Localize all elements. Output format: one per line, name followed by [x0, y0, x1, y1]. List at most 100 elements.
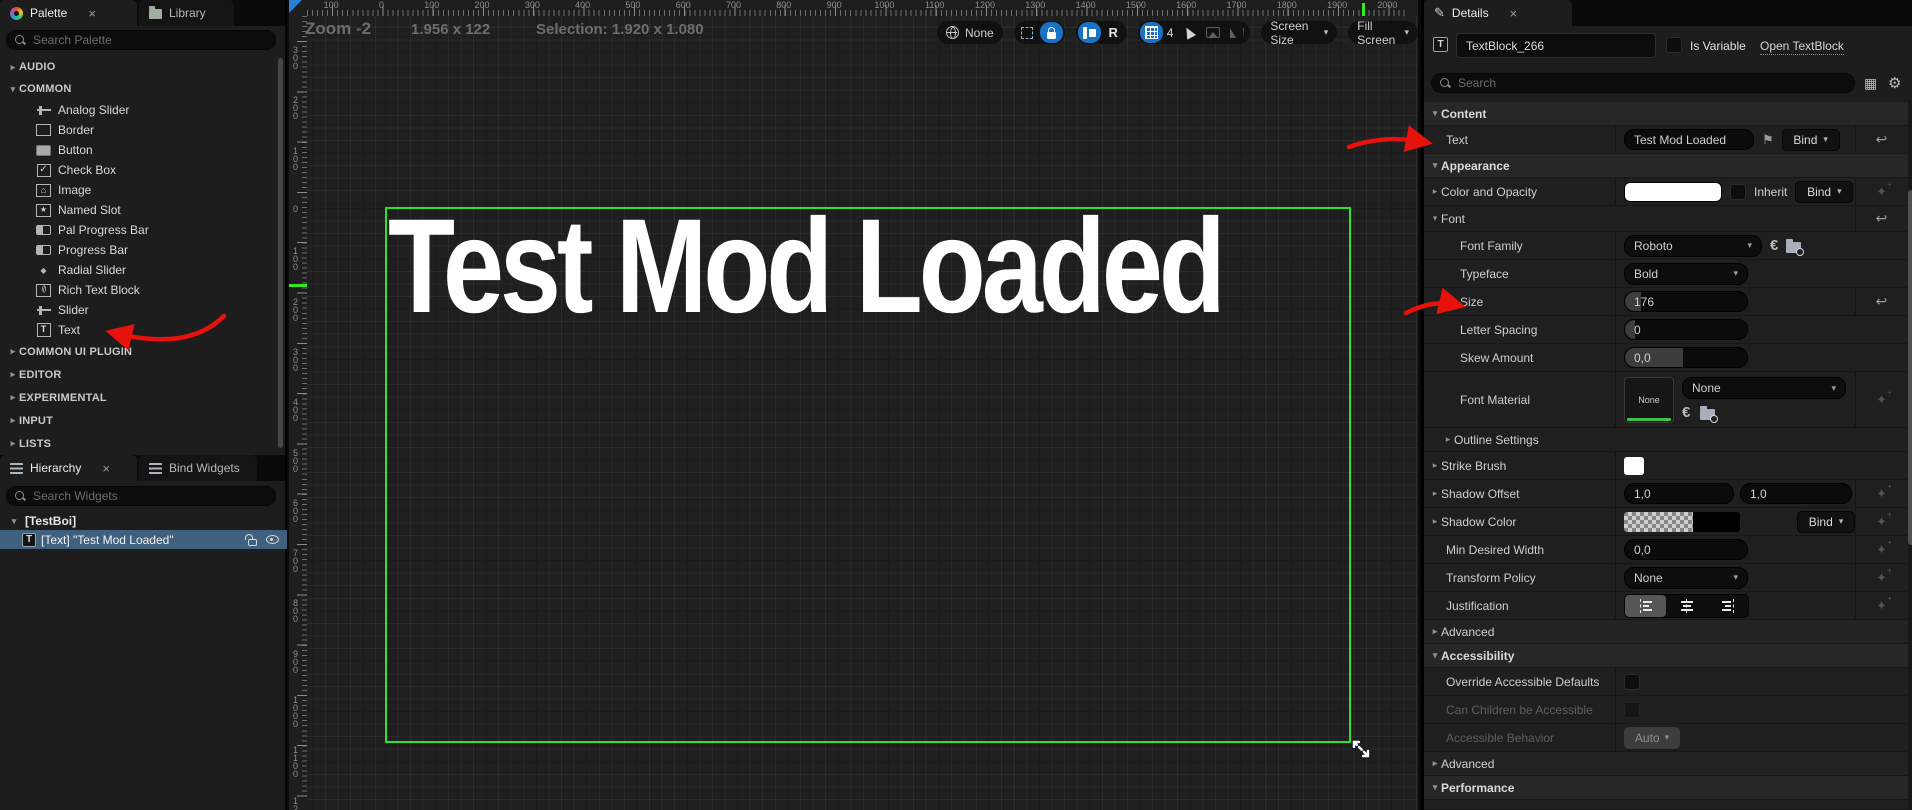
text-value-field[interactable]: [1624, 129, 1754, 150]
text-value-input[interactable]: [1634, 132, 1744, 147]
shadow-offset-y-input[interactable]: [1750, 486, 1842, 501]
gear-icon[interactable]: ⚙: [1888, 74, 1901, 92]
screen-size-dropdown[interactable]: Screen Size ▾: [1261, 19, 1338, 47]
section-advanced-accessibility[interactable]: ▸ Advanced: [1424, 752, 1908, 776]
children-accessible-checkbox[interactable]: [1624, 701, 1640, 718]
section-content[interactable]: ▾ Content: [1424, 102, 1908, 126]
color-bind-button[interactable]: Bind ▾: [1795, 180, 1854, 203]
close-icon[interactable]: ×: [88, 6, 96, 21]
fill-screen-dropdown[interactable]: Fill Screen ▾: [1348, 19, 1418, 47]
browse-asset-icon[interactable]: [1786, 238, 1805, 256]
palette-item[interactable]: Radial Slider: [0, 260, 276, 280]
tab-palette[interactable]: Palette ×: [0, 0, 137, 26]
palette-search-input[interactable]: [33, 33, 267, 47]
section-advanced-appearance[interactable]: ▸ Advanced: [1424, 620, 1908, 644]
use-selected-asset-icon[interactable]: €: [1682, 404, 1690, 421]
palette-category[interactable]: ▸ EDITOR: [0, 363, 276, 386]
shadow-offset-x-input[interactable]: [1634, 486, 1724, 501]
arrow-collapsed-icon[interactable]: ▸: [1429, 488, 1441, 499]
palette-search[interactable]: [6, 30, 276, 50]
size-field[interactable]: [1624, 291, 1748, 312]
palette-category[interactable]: ▸ LISTS: [0, 432, 276, 455]
tab-bind-widgets[interactable]: Bind Widgets: [139, 455, 257, 481]
skew-amount-input[interactable]: [1634, 350, 1738, 365]
details-scrollbar[interactable]: [1908, 100, 1912, 810]
section-accessibility[interactable]: ▾ Accessibility: [1424, 644, 1908, 668]
lock-button[interactable]: [1039, 22, 1063, 43]
font-material-thumbnail[interactable]: None: [1624, 377, 1674, 423]
text-bind-button[interactable]: Bind ▾: [1781, 128, 1840, 151]
tab-hierarchy[interactable]: Hierarchy ×: [0, 455, 137, 481]
arrow-collapsed-icon[interactable]: ▸: [1429, 460, 1441, 471]
revert-icon[interactable]: ↩: [1876, 210, 1888, 227]
palette-item[interactable]: Rich Text Block: [0, 280, 276, 300]
hierarchy-root-row[interactable]: ▾ [TestBoi]: [0, 512, 287, 530]
palette-category-common[interactable]: ▾ COMMON: [0, 78, 276, 100]
preview-background-button[interactable]: [1201, 22, 1224, 43]
palette-item[interactable]: Button: [0, 140, 276, 160]
letter-spacing-field[interactable]: [1624, 319, 1748, 340]
visibility-eye-icon[interactable]: [266, 535, 279, 544]
close-icon[interactable]: ×: [1510, 6, 1518, 21]
revert-icon[interactable]: ↩: [1876, 293, 1888, 310]
add-keyframe-icon[interactable]: ✦: [1876, 510, 1892, 530]
add-keyframe-icon[interactable]: ✦: [1876, 482, 1892, 502]
min-desired-width-input[interactable]: [1634, 542, 1738, 557]
palette-item[interactable]: Pal Progress Bar: [0, 220, 276, 240]
widget-name-field[interactable]: [1456, 33, 1656, 58]
grid-snap-button[interactable]: [1139, 22, 1163, 43]
size-input[interactable]: [1634, 294, 1738, 309]
section-appearance[interactable]: ▾ Appearance: [1424, 154, 1908, 178]
add-keyframe-icon[interactable]: ✦: [1876, 538, 1892, 558]
browse-asset-icon[interactable]: [1700, 405, 1719, 423]
font-material-dropdown[interactable]: None ▾: [1682, 377, 1846, 399]
accessible-behavior-dropdown[interactable]: Auto ▾: [1624, 726, 1680, 749]
details-search[interactable]: [1431, 73, 1855, 93]
palette-item[interactable]: Check Box: [0, 160, 276, 180]
shadow-offset-x-field[interactable]: [1624, 483, 1734, 504]
close-icon[interactable]: ×: [102, 461, 110, 476]
revert-icon[interactable]: ↩: [1876, 131, 1888, 148]
add-keyframe-icon[interactable]: ✦: [1876, 566, 1892, 586]
palette-category[interactable]: ▸ COMMON UI PLUGIN: [0, 340, 276, 363]
designer-canvas[interactable]: Test Mod Loaded 100010020030040050060070…: [289, 0, 1418, 810]
min-desired-width-field[interactable]: [1624, 539, 1748, 560]
canvas-text-widget[interactable]: Test Mod Loaded: [388, 200, 1226, 334]
shadow-color-bind-button[interactable]: Bind ▾: [1797, 510, 1855, 533]
palette-item[interactable]: Slider: [0, 300, 276, 320]
letter-spacing-input[interactable]: [1634, 322, 1738, 337]
flag-icon[interactable]: ⚑: [1762, 132, 1774, 148]
palette-item[interactable]: Image: [0, 180, 276, 200]
hierarchy-search-input[interactable]: [33, 489, 267, 503]
arrow-collapsed-icon[interactable]: ▸: [1429, 516, 1441, 527]
skew-amount-field[interactable]: [1624, 347, 1748, 368]
row-outline-settings[interactable]: ▸ Outline Settings: [1424, 428, 1908, 452]
tab-library[interactable]: Library: [139, 0, 234, 26]
palette-item[interactable]: Analog Slider: [0, 100, 276, 120]
section-performance[interactable]: ▾ Performance: [1424, 776, 1908, 800]
show-outlines-button[interactable]: [1077, 22, 1101, 43]
hierarchy-search[interactable]: [6, 486, 276, 506]
strike-brush-swatch[interactable]: [1624, 456, 1644, 475]
use-selected-asset-icon[interactable]: €: [1770, 237, 1778, 254]
unlock-icon[interactable]: [245, 533, 257, 546]
transform-policy-dropdown[interactable]: None ▾: [1624, 566, 1748, 589]
shadow-color-swatch[interactable]: [1624, 511, 1740, 532]
inherit-checkbox[interactable]: [1730, 183, 1746, 200]
palette-item[interactable]: Border: [0, 120, 276, 140]
justify-right-button[interactable]: [1707, 595, 1748, 617]
column-view-icon[interactable]: ▦: [1864, 75, 1877, 92]
palette-scrollbar[interactable]: [278, 58, 283, 448]
row-font-header[interactable]: ▾ Font ↩: [1424, 206, 1908, 232]
add-keyframe-icon[interactable]: ✦: [1876, 180, 1892, 200]
grid-snap-size[interactable]: 4: [1164, 26, 1177, 40]
arrow-collapsed-icon[interactable]: ▸: [1429, 186, 1441, 197]
localization-preview-pill[interactable]: None: [937, 21, 1003, 44]
shadow-offset-y-field[interactable]: [1740, 483, 1852, 504]
add-keyframe-icon[interactable]: ✦: [1876, 594, 1892, 614]
justify-left-button[interactable]: [1625, 594, 1666, 617]
palette-category[interactable]: ▸ INPUT: [0, 409, 276, 432]
details-search-input[interactable]: [1458, 76, 1846, 90]
select-cursor-button[interactable]: [1177, 22, 1200, 43]
add-keyframe-icon[interactable]: ✦: [1876, 388, 1892, 408]
